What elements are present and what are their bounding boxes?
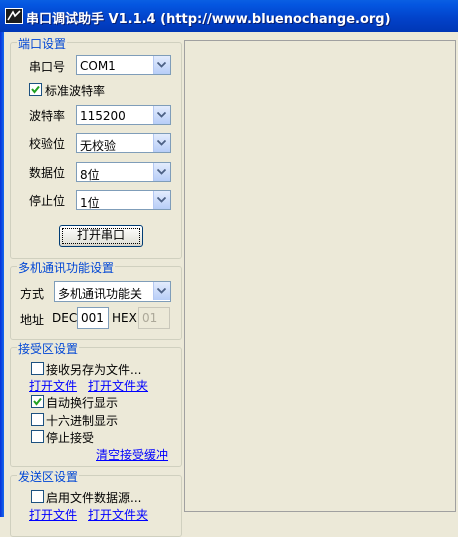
- baud-label: 波特率: [29, 109, 66, 123]
- send-open-file-link[interactable]: 打开文件: [29, 506, 77, 523]
- chevron-down-icon[interactable]: [153, 56, 170, 74]
- open-port-button[interactable]: 打开串口: [59, 225, 143, 247]
- save-as-file-label[interactable]: 接收另存为文件...: [46, 361, 141, 378]
- hex-display-label[interactable]: 十六进制显示: [46, 412, 118, 429]
- stop-receive-label[interactable]: 停止接受: [46, 429, 94, 446]
- window-frame: [0, 32, 4, 517]
- parity-select[interactable]: 无校验: [76, 133, 171, 153]
- send-settings-title: 发送区设置: [17, 468, 80, 485]
- dec-input[interactable]: 001: [77, 307, 109, 329]
- baud-value: 115200: [80, 109, 126, 123]
- clear-buffer-link[interactable]: 清空接受缓冲: [96, 446, 168, 463]
- dec-label: DEC: [52, 311, 78, 325]
- hex-label: HEX: [112, 311, 137, 325]
- parity-label: 校验位: [29, 137, 66, 151]
- stopbits-select[interactable]: 1位: [76, 190, 171, 210]
- address-label: 地址: [20, 313, 45, 327]
- chevron-down-icon[interactable]: [153, 191, 170, 209]
- chevron-down-icon[interactable]: [153, 163, 170, 181]
- parity-value: 无校验: [80, 139, 117, 153]
- baud-select[interactable]: 115200: [76, 105, 171, 125]
- stopbits-label: 停止位: [29, 194, 66, 208]
- receive-settings-title: 接受区设置: [17, 340, 80, 357]
- mode-label: 方式: [20, 287, 45, 301]
- receive-display-area[interactable]: [184, 40, 456, 512]
- stopbits-value: 1位: [80, 196, 100, 210]
- port-select[interactable]: COM1: [76, 55, 171, 75]
- hex-input[interactable]: 01: [138, 307, 170, 329]
- std-baud-checkbox[interactable]: [29, 83, 42, 96]
- port-value: COM1: [80, 59, 116, 73]
- checkmark-icon: [31, 85, 40, 94]
- window-title: 串口调试助手 V1.1.4 (http://www.bluenochange.o…: [26, 12, 391, 27]
- receive-open-file-link[interactable]: 打开文件: [29, 377, 77, 394]
- stop-receive-checkbox[interactable]: [31, 430, 44, 443]
- std-baud-label[interactable]: 标准波特率: [45, 82, 105, 99]
- auto-wrap-checkbox[interactable]: [31, 395, 44, 408]
- chevron-down-icon[interactable]: [153, 106, 170, 124]
- save-as-file-checkbox[interactable]: [31, 362, 44, 375]
- databits-value: 8位: [80, 168, 100, 182]
- focus-rect: [62, 228, 140, 244]
- multi-machine-title: 多机通讯功能设置: [17, 259, 116, 276]
- chevron-down-icon[interactable]: [153, 282, 170, 300]
- file-source-checkbox[interactable]: [31, 490, 44, 503]
- send-open-folder-link[interactable]: 打开文件夹: [88, 506, 148, 523]
- checkmark-icon: [33, 397, 42, 406]
- file-source-label[interactable]: 启用文件数据源...: [46, 489, 141, 506]
- mode-select[interactable]: 多机通讯功能关: [54, 281, 171, 302]
- app-icon: [5, 8, 23, 24]
- chevron-down-icon[interactable]: [153, 134, 170, 152]
- port-label: 串口号: [29, 60, 66, 74]
- receive-open-folder-link[interactable]: 打开文件夹: [88, 377, 148, 394]
- databits-label: 数据位: [29, 166, 66, 180]
- auto-wrap-label[interactable]: 自动换行显示: [46, 394, 118, 411]
- title-bar[interactable]: 串口调试助手 V1.1.4 (http://www.bluenochange.o…: [0, 0, 458, 32]
- port-settings-title: 端口设置: [17, 35, 68, 52]
- hex-display-checkbox[interactable]: [31, 413, 44, 426]
- mode-value: 多机通讯功能关: [58, 287, 143, 301]
- databits-select[interactable]: 8位: [76, 162, 171, 182]
